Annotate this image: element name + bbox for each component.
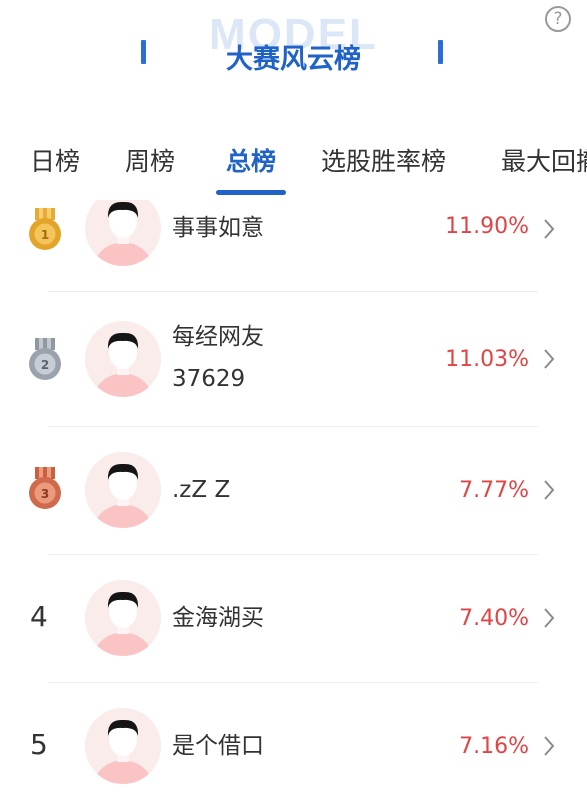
tab-weekly[interactable]: 周榜: [125, 142, 175, 178]
user-name-line1: 每经网友: [172, 324, 264, 350]
ranking-row[interactable]: 2 每经网友 37629 11.03%: [0, 292, 587, 426]
svg-text:2: 2: [41, 358, 49, 372]
default-user-avatar-icon: [85, 321, 161, 397]
default-user-avatar-icon: [85, 708, 161, 784]
rank-number: 5: [30, 728, 48, 761]
ranking-row[interactable]: 5 是个借口 7.16%: [0, 683, 587, 802]
return-percent: 11.03%: [445, 347, 529, 372]
ranking-row[interactable]: 1 事事如意 11.90%: [0, 200, 587, 290]
user-avatar[interactable]: [85, 200, 161, 266]
chevron-right-icon[interactable]: [542, 607, 556, 629]
return-percent: 7.40%: [459, 606, 529, 631]
user-avatar[interactable]: [85, 708, 161, 784]
user-name-line2: 37629: [172, 366, 246, 392]
bronze-medal-icon: 3: [29, 467, 61, 509]
default-user-avatar-icon: [85, 200, 161, 266]
page-title: 大赛风云榜: [226, 44, 361, 75]
chevron-right-icon[interactable]: [542, 479, 556, 501]
silver-medal-icon: 2: [29, 338, 61, 380]
title-right-bar: [438, 40, 443, 64]
user-avatar[interactable]: [85, 580, 161, 656]
chevron-right-icon[interactable]: [542, 735, 556, 757]
chevron-right-icon[interactable]: [542, 348, 556, 370]
svg-text:3: 3: [41, 487, 49, 501]
active-tab-indicator: [216, 190, 286, 195]
return-percent: 11.90%: [445, 214, 529, 239]
gold-medal-icon: 1: [29, 208, 61, 250]
user-name: 事事如意: [172, 215, 264, 241]
rank-number: 4: [30, 600, 48, 633]
tab-stock-win-rate[interactable]: 选股胜率榜: [321, 142, 446, 178]
return-percent: 7.16%: [459, 734, 529, 759]
user-avatar[interactable]: [85, 321, 161, 397]
svg-text:1: 1: [41, 228, 49, 242]
return-percent: 7.77%: [459, 478, 529, 503]
user-name: 金海湖买: [172, 605, 264, 631]
ranking-list: 1 事事如意 11.90% 2 每经网友 37629 11.03% 3 .zZ …: [0, 200, 587, 802]
tab-max-drawdown[interactable]: 最大回撤: [501, 142, 587, 178]
chevron-right-icon[interactable]: [542, 218, 556, 240]
leaderboard-header: MODEL 大赛风云榜 ?: [0, 0, 587, 110]
ranking-row[interactable]: 3 .zZ Z 7.77%: [0, 427, 587, 555]
default-user-avatar-icon: [85, 452, 161, 528]
default-user-avatar-icon: [85, 580, 161, 656]
tab-overall[interactable]: 总榜: [226, 142, 276, 178]
help-icon[interactable]: ?: [545, 6, 571, 32]
user-avatar[interactable]: [85, 452, 161, 528]
tab-daily[interactable]: 日榜: [30, 142, 80, 178]
user-name: .zZ Z: [172, 477, 231, 503]
user-name: 是个借口: [172, 733, 264, 759]
ranking-tabs: 日榜 周榜 总榜 选股胜率榜 最大回撤: [0, 130, 587, 200]
ranking-row[interactable]: 4 金海湖买 7.40%: [0, 555, 587, 682]
